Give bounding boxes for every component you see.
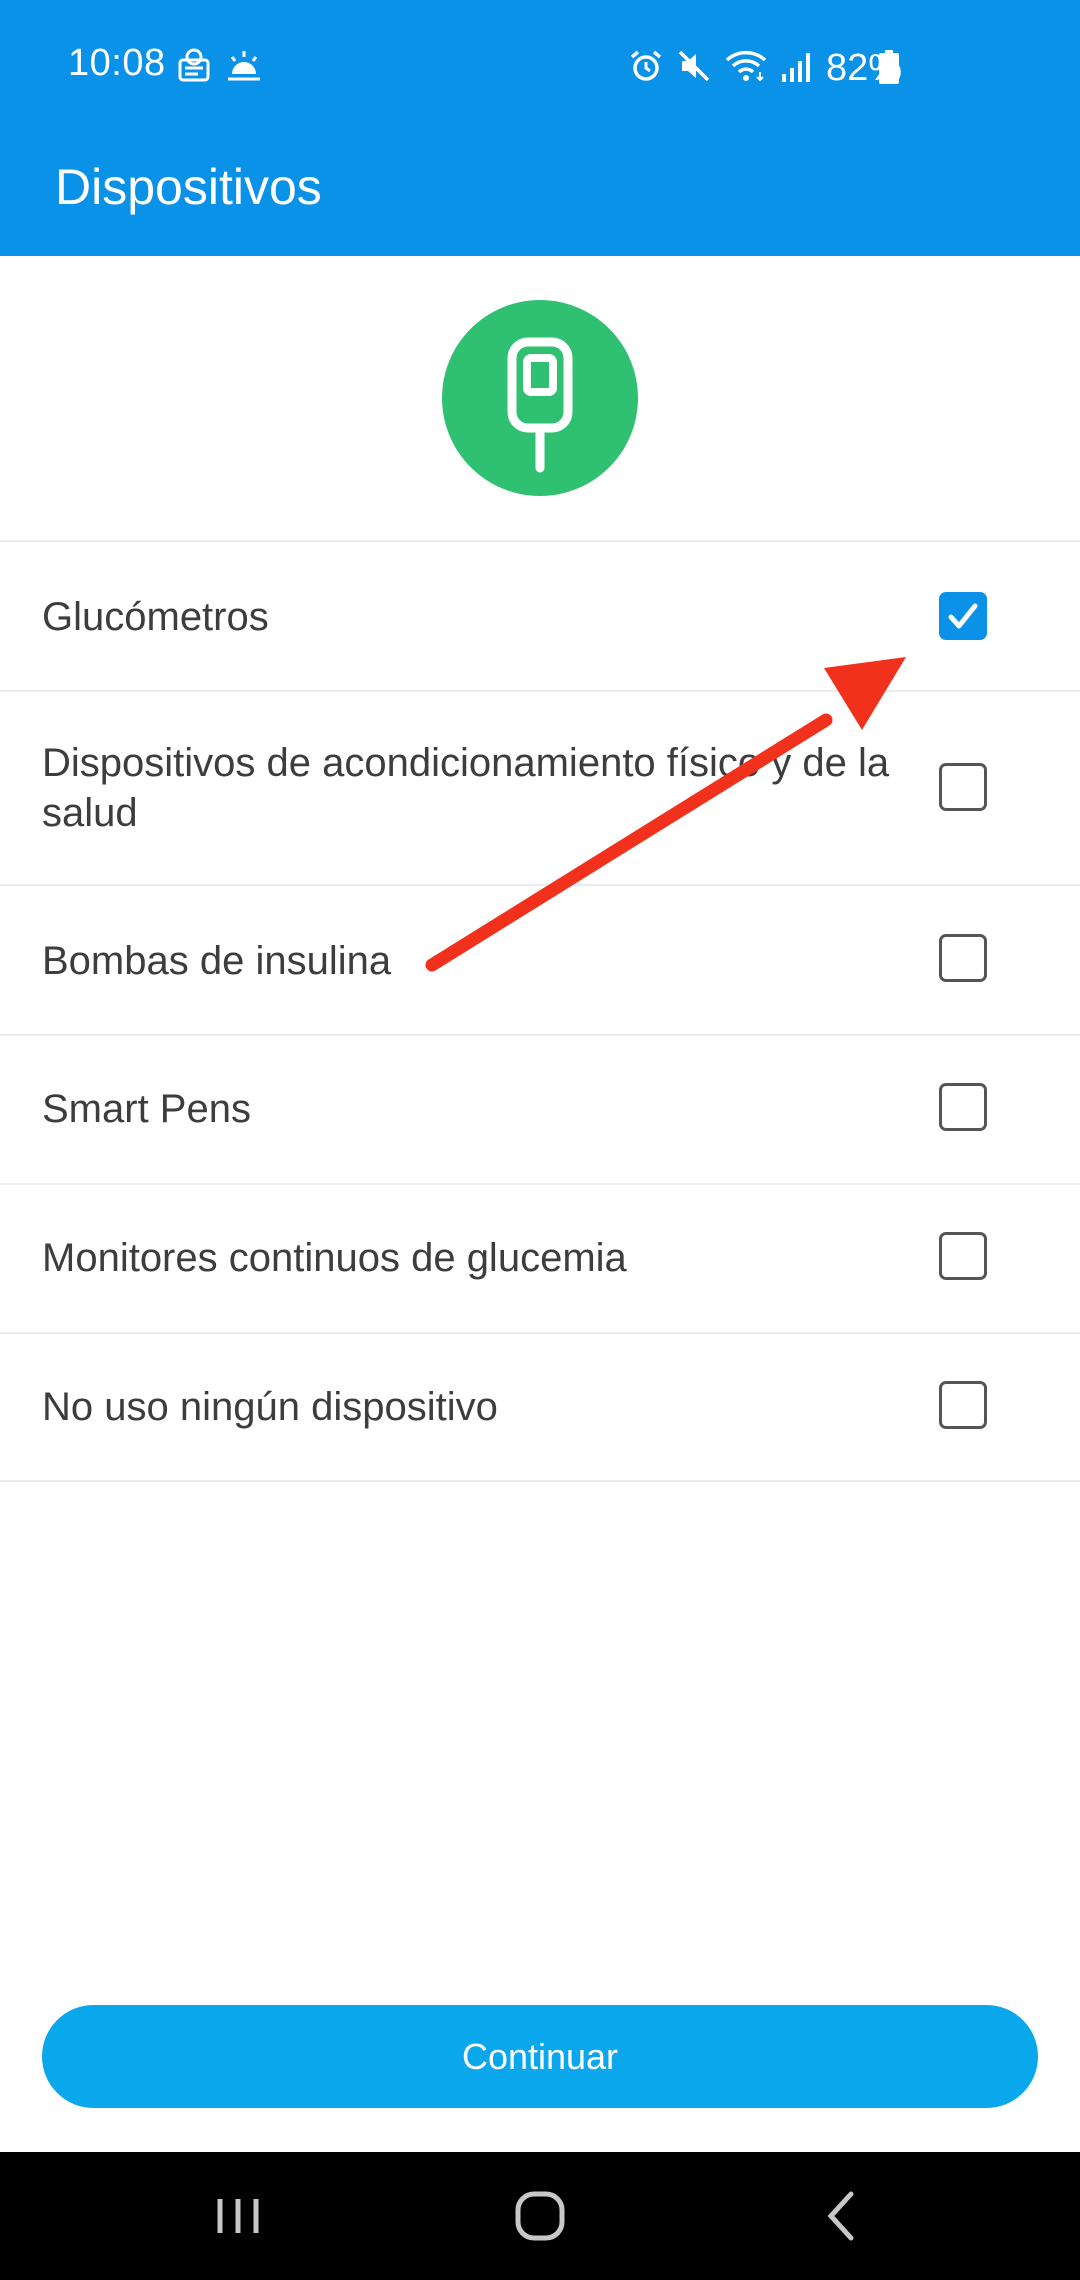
option-label: Bombas de insulina [42,939,392,983]
mute-icon [676,48,712,89]
notification-app-icon [174,48,214,89]
signal-icon [780,48,814,89]
status-left-icons [174,48,264,89]
option-label: Monitores continuos de glucemia [42,1236,627,1280]
list-item-fitness-devices[interactable]: Dispositivos de acondicionamiento físico… [0,690,1080,884]
glucometer-icon [442,300,638,496]
back-icon[interactable] [772,2152,912,2280]
list-item-smart-pens[interactable]: Smart Pens [0,1034,1080,1183]
home-icon[interactable] [470,2152,610,2280]
navigation-bar [0,2152,1080,2280]
checkbox-no-device[interactable] [939,1381,987,1429]
checkbox-glucometros[interactable] [939,592,987,640]
option-label: Smart Pens [42,1087,251,1131]
device-options-list: Glucómetros Dispositivos de acondicionam… [0,540,1080,1482]
option-label: Dispositivos de acondicionamiento físico… [42,741,890,835]
alarm-icon [628,48,664,89]
list-item-no-device[interactable]: No uso ningún dispositivo [0,1332,1080,1482]
weather-icon [224,48,264,89]
checkbox-smart-pens[interactable] [939,1083,987,1131]
status-time: 10:08 [68,42,166,84]
wifi-icon [724,48,768,89]
app-header: 10:08 82% Dispositivos [0,0,1080,256]
list-item-insulin-pumps[interactable]: Bombas de insulina [0,884,1080,1034]
status-bar: 10:08 82% [0,0,1080,136]
checkbox-insulin-pumps[interactable] [939,934,987,982]
checkbox-fitness-devices[interactable] [939,763,987,811]
status-right-icons: 82% [628,44,902,92]
checkbox-cgm[interactable] [939,1232,987,1280]
list-item-cgm[interactable]: Monitores continuos de glucemia [0,1183,1080,1332]
option-label: Glucómetros [42,595,269,639]
page-title: Dispositivos [55,159,322,215]
list-item-glucometros[interactable]: Glucómetros [0,540,1080,690]
continue-button[interactable]: Continuar [42,2005,1038,2108]
option-label: No uso ningún dispositivo [42,1385,498,1429]
recent-apps-icon[interactable] [168,2152,308,2280]
battery-icon [878,50,900,84]
